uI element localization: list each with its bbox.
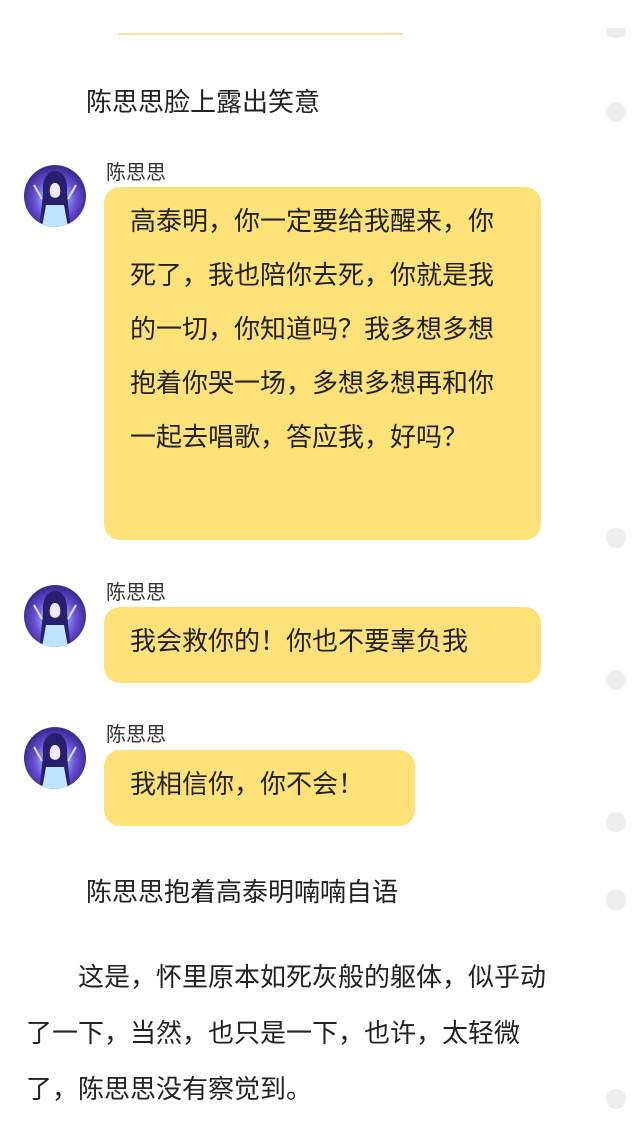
anime-character-avatar-icon[interactable]: [24, 585, 86, 647]
comment-dot-icon[interactable]: [606, 102, 626, 122]
message-bubble[interactable]: 我会救你的！你也不要辜负我: [104, 607, 541, 683]
anime-character-avatar-icon[interactable]: [24, 727, 86, 789]
comment-dot-icon[interactable]: [606, 28, 626, 38]
comment-dot-icon[interactable]: [606, 890, 626, 910]
comment-dot-icon[interactable]: [606, 528, 626, 548]
chapter-divider: [118, 33, 403, 35]
narration-text: 陈思思抱着高泰明喃喃自语: [86, 878, 399, 908]
sender-name: 陈思思: [106, 160, 166, 184]
sender-name: 陈思思: [106, 722, 166, 746]
comment-dot-icon[interactable]: [606, 1089, 626, 1109]
narration-text: 陈思思脸上露出笑意: [86, 88, 321, 118]
comment-dot-icon[interactable]: [606, 812, 626, 832]
anime-character-avatar-icon[interactable]: [24, 165, 86, 227]
message-bubble[interactable]: 我相信你，你不会！: [104, 750, 415, 826]
sender-name: 陈思思: [106, 580, 166, 604]
comment-dot-icon[interactable]: [606, 670, 626, 690]
story-paragraph: 这是，怀里原本如死灰般的躯体，似乎动了一下，当然，也只是一下，也许，太轻微了，陈…: [26, 963, 547, 1105]
message-bubble[interactable]: 高泰明，你一定要给我醒来，你死了，我也陪你去死，你就是我的一切，你知道吗？我多想…: [104, 187, 541, 540]
